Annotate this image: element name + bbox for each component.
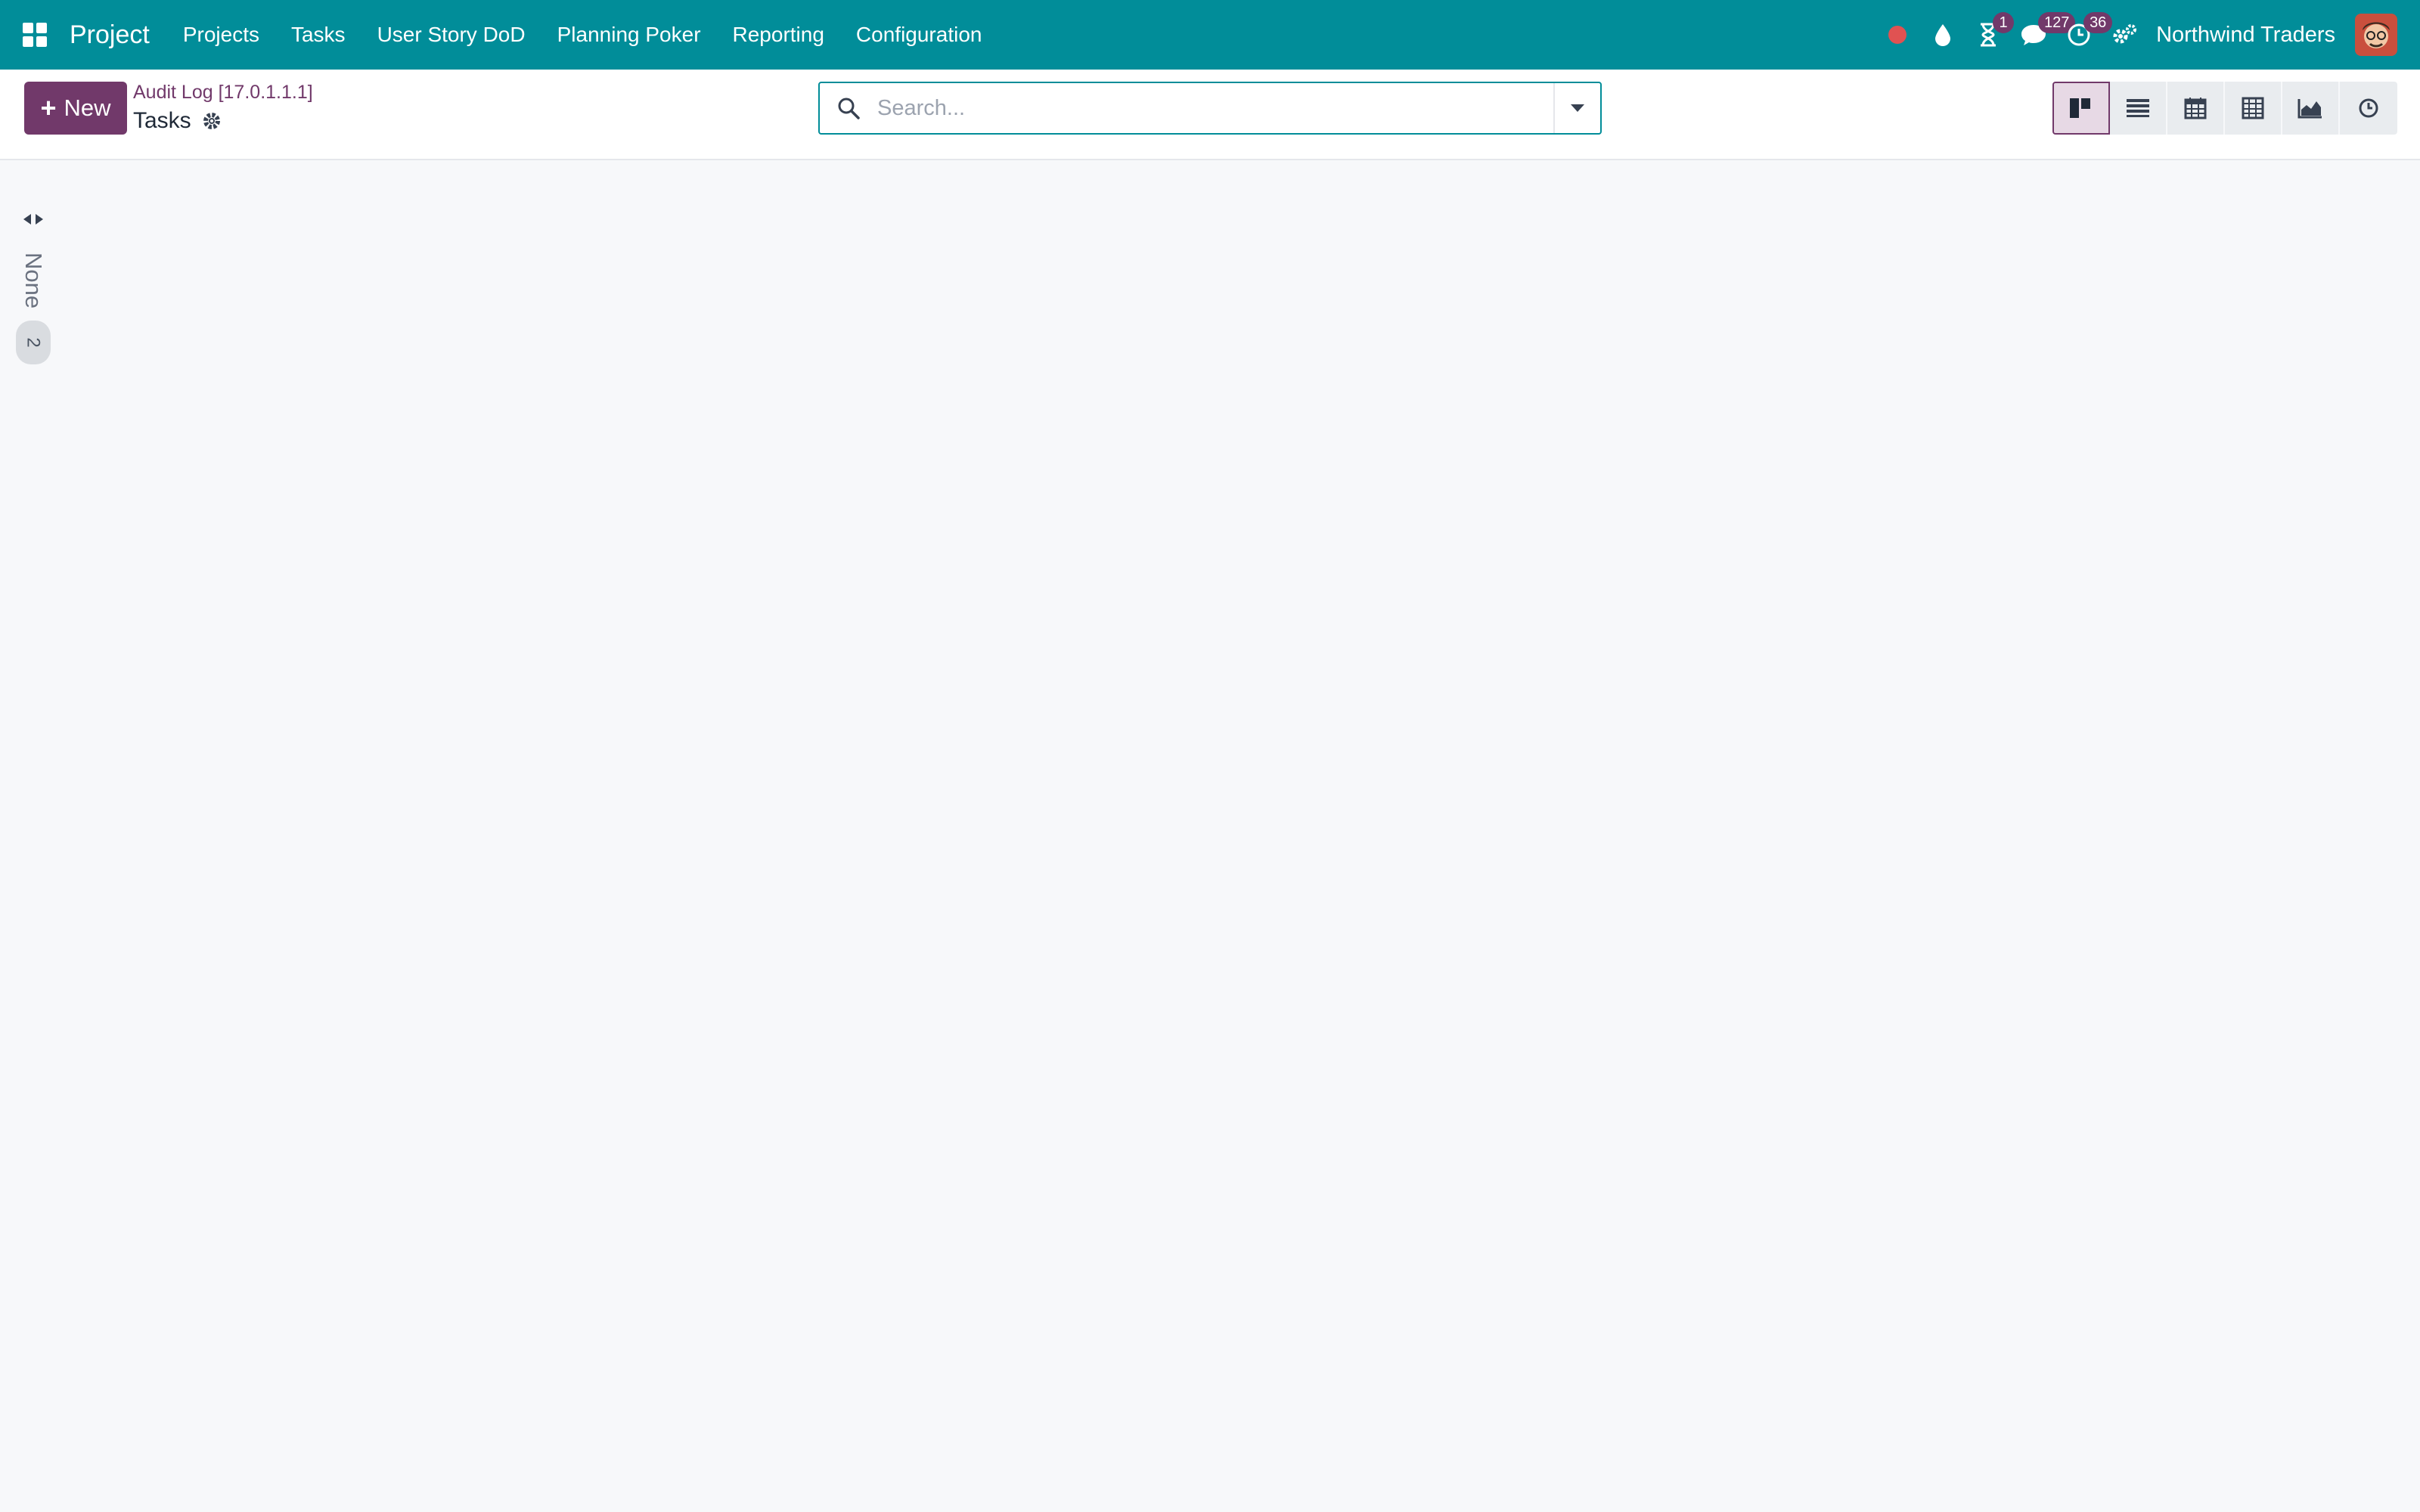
activity-button[interactable]: 1 xyxy=(1965,0,2015,70)
gear-icon xyxy=(203,113,220,129)
search-bar xyxy=(818,82,1602,135)
drop-icon xyxy=(1935,24,1951,46)
record-dot-icon xyxy=(1888,26,1907,44)
kanban-view-button[interactable] xyxy=(2052,82,2110,135)
theme-drop-button[interactable] xyxy=(1920,0,1965,70)
systray: 1 127 36 Northwind Traders xyxy=(1875,0,2420,70)
list-view-button[interactable] xyxy=(2110,82,2167,135)
breadcrumb-parent-link[interactable]: Audit Log [17.0.1.1.1] xyxy=(133,82,313,104)
app-brand[interactable]: Project xyxy=(70,20,150,50)
menu-item-reporting[interactable]: Reporting xyxy=(733,23,824,47)
menu-item-user-story-dod[interactable]: User Story DoD xyxy=(377,23,526,47)
control-panel: + New Audit Log [17.0.1.1.1] Tasks xyxy=(0,70,2420,160)
messages-button[interactable]: 127 xyxy=(2011,0,2076,70)
arrows-left-right-icon xyxy=(23,214,43,225)
action-gear-button[interactable] xyxy=(202,111,222,131)
apps-menu-button[interactable] xyxy=(0,0,70,70)
list-icon xyxy=(2127,99,2149,117)
activity-icon xyxy=(2359,98,2378,118)
menu-item-configuration[interactable]: Configuration xyxy=(856,23,982,47)
new-button[interactable]: + New xyxy=(24,82,127,135)
gears-icon xyxy=(2113,24,2137,44)
pivot-view-button[interactable] xyxy=(2225,82,2282,135)
unfold-column-toggle[interactable] xyxy=(22,206,45,233)
graph-view-button[interactable] xyxy=(2282,82,2340,135)
main-menu: Projects Tasks User Story DoD Planning P… xyxy=(183,23,1014,47)
menu-item-tasks[interactable]: Tasks xyxy=(291,23,346,47)
menu-item-projects[interactable]: Projects xyxy=(183,23,259,47)
caret-down-icon xyxy=(1571,104,1584,112)
calendar-icon xyxy=(2184,98,2207,119)
grid-icon xyxy=(23,23,47,47)
kanban-board: None 2 xyxy=(0,160,2420,1512)
view-switcher xyxy=(2052,82,2397,135)
activity-view-button[interactable] xyxy=(2340,82,2397,135)
folded-column-none[interactable]: None 2 xyxy=(15,206,51,365)
user-avatar-icon xyxy=(2355,14,2397,56)
new-button-label: New xyxy=(64,94,111,121)
graph-icon xyxy=(2297,99,2322,119)
clock-button[interactable]: 36 xyxy=(2056,0,2113,70)
search-input[interactable] xyxy=(877,85,1553,131)
breadcrumb-current: Tasks xyxy=(133,108,313,134)
plus-icon: + xyxy=(40,92,57,123)
search-options-toggle[interactable] xyxy=(1553,83,1600,133)
folded-column-title[interactable]: None xyxy=(20,253,47,308)
search-icon xyxy=(820,97,877,119)
page-title: Tasks xyxy=(133,108,191,133)
folded-column-count: 2 xyxy=(16,321,51,365)
menu-item-planning-poker[interactable]: Planning Poker xyxy=(557,23,701,47)
settings-button[interactable] xyxy=(2102,0,2147,70)
company-switcher[interactable]: Northwind Traders xyxy=(2156,23,2335,48)
recording-button[interactable] xyxy=(1875,0,1920,70)
breadcrumb: Audit Log [17.0.1.1.1] Tasks xyxy=(133,82,313,134)
kanban-icon xyxy=(2070,98,2090,118)
avatar[interactable] xyxy=(2355,14,2397,56)
folded-column-count-value: 2 xyxy=(23,337,44,348)
pivot-icon xyxy=(2242,97,2264,119)
top-navbar: Project Projects Tasks User Story DoD Pl… xyxy=(0,0,2420,70)
calendar-view-button[interactable] xyxy=(2167,82,2225,135)
